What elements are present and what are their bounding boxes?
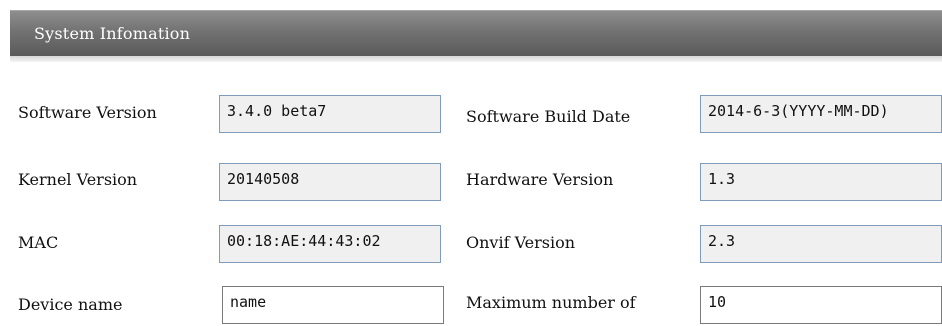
mac-label: MAC <box>18 233 59 252</box>
onvif-version-label: Onvif Version <box>466 233 576 252</box>
section-title: System Infomation <box>34 24 191 43</box>
kernel-version-field: 20140508 <box>219 163 441 201</box>
software-version-field: 3.4.0 beta7 <box>219 95 441 133</box>
software-build-date-field: 2014-6-3(YYYY-MM-DD) <box>700 95 942 133</box>
software-build-date-label: Software Build Date <box>466 107 631 126</box>
onvif-version-field: 2.3 <box>700 225 942 263</box>
kernel-version-label: Kernel Version <box>18 170 138 189</box>
header-divider <box>10 56 942 62</box>
maximum-number-label: Maximum number of <box>466 293 636 312</box>
maximum-number-input[interactable]: 10 <box>700 286 942 324</box>
device-name-input[interactable]: name <box>222 286 444 324</box>
hardware-version-field: 1.3 <box>700 163 942 201</box>
mac-field: 00:18:AE:44:43:02 <box>219 225 441 263</box>
hardware-version-label: Hardware Version <box>466 170 614 189</box>
device-name-label: Device name <box>18 295 123 314</box>
software-version-label: Software Version <box>18 103 157 122</box>
system-information-panel: System Infomation Software Version 3.4.0… <box>0 0 942 326</box>
section-header: System Infomation <box>10 10 942 56</box>
